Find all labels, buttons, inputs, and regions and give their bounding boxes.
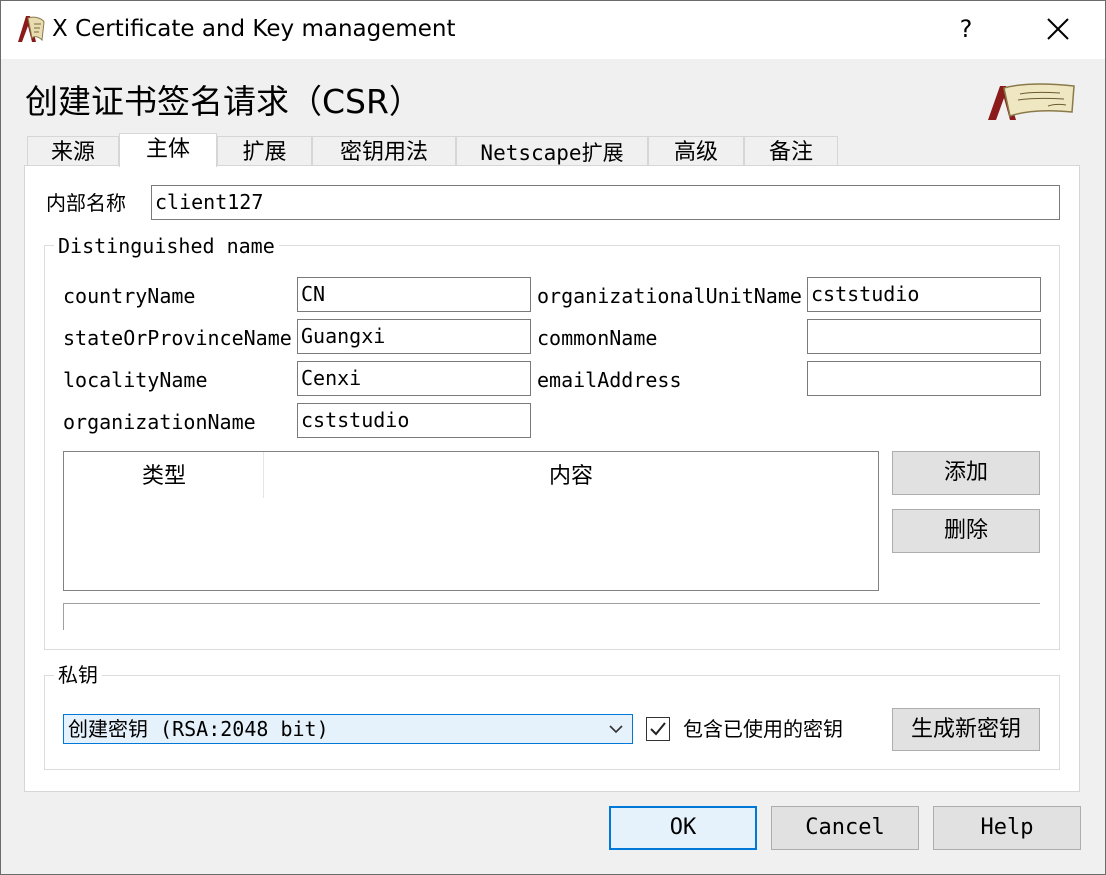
tab-key-usage[interactable]: 密钥用法 <box>312 136 456 166</box>
table-header-content[interactable]: 内容 <box>264 452 878 502</box>
tab-subject[interactable]: 主体 <box>119 133 217 167</box>
org-unit-name-input[interactable]: cststudio <box>807 277 1041 312</box>
close-icon[interactable] <box>1040 10 1076 48</box>
table-scroll-edge <box>63 603 64 630</box>
help-button[interactable]: Help <box>933 806 1081 850</box>
internal-name-label: 内部名称 <box>46 191 126 215</box>
tab-advanced[interactable]: 高级 <box>648 136 744 166</box>
dialog-heading: 创建证书签名请求（CSR） <box>25 82 422 121</box>
common-name-label: commonName <box>537 326 658 350</box>
ok-button[interactable]: OK <box>609 806 757 850</box>
email-address-input[interactable] <box>807 361 1041 396</box>
tab-comment[interactable]: 备注 <box>744 136 838 166</box>
tab-extensions[interactable]: 扩展 <box>217 136 312 166</box>
country-name-label: countryName <box>63 284 196 308</box>
distinguished-name-title: Distinguished name <box>54 234 279 258</box>
organization-name-input[interactable]: cststudio <box>297 403 531 438</box>
email-address-label: emailAddress <box>537 368 682 392</box>
internal-name-input[interactable]: client127 <box>151 185 1060 220</box>
chevron-down-icon[interactable] <box>606 721 626 737</box>
title-help-button[interactable]: ? <box>950 10 982 48</box>
cancel-button[interactable]: Cancel <box>771 806 919 850</box>
country-name-input[interactable]: CN <box>297 277 531 312</box>
private-key-select-value: 创建密钥 (RSA:2048 bit) <box>68 717 329 741</box>
delete-dn-button[interactable]: 删除 <box>892 509 1040 553</box>
table-header-type[interactable]: 类型 <box>64 452 264 502</box>
organization-name-label: organizationName <box>63 410 256 434</box>
common-name-input[interactable] <box>807 319 1041 354</box>
private-key-select[interactable]: 创建密钥 (RSA:2048 bit) <box>63 714 633 744</box>
state-name-label: stateOrProvinceName <box>63 326 292 350</box>
tab-source[interactable]: 来源 <box>27 136 119 166</box>
add-dn-button[interactable]: 添加 <box>892 451 1040 495</box>
locality-name-label: localityName <box>63 368 208 392</box>
include-used-keys-label[interactable]: 包含已使用的密钥 <box>683 715 843 743</box>
org-unit-name-label: organizationalUnitName <box>537 284 802 308</box>
state-name-input[interactable]: Guangxi <box>297 319 531 354</box>
table-scroll-divider <box>63 603 1040 604</box>
checkmark-icon <box>650 722 666 736</box>
locality-name-input[interactable]: Cenxi <box>297 361 531 396</box>
window-title: X Certificate and Key management <box>52 16 456 42</box>
xca-app-icon <box>18 16 45 42</box>
private-key-title: 私钥 <box>54 663 102 687</box>
certificate-logo-icon <box>988 83 1075 120</box>
generate-key-button[interactable]: 生成新密钥 <box>892 708 1040 751</box>
tab-netscape-extensions[interactable]: Netscape扩展 <box>456 136 648 166</box>
